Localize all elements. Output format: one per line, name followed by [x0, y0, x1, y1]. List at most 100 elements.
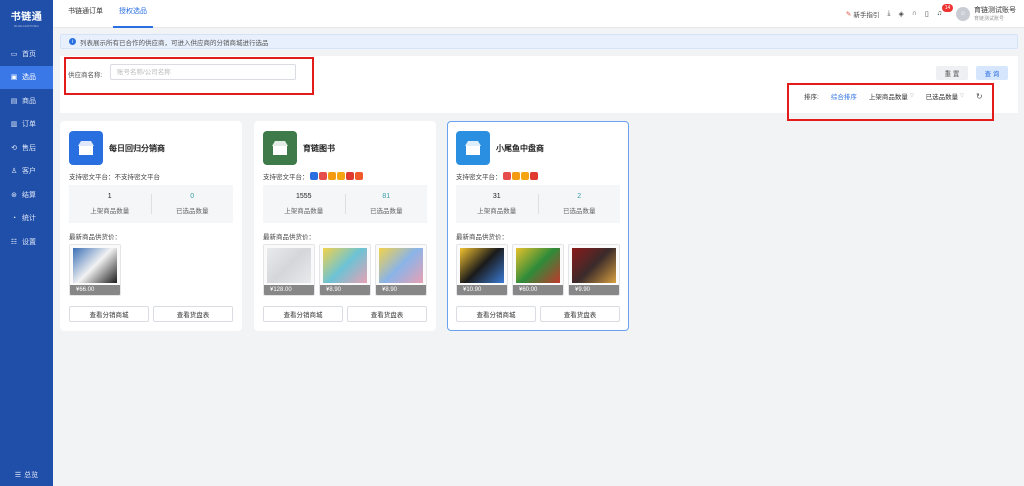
- product-price: ¥128.00: [264, 285, 314, 295]
- headset-icon[interactable]: ∩: [912, 10, 917, 17]
- user-name: 育链测试账号: [974, 7, 1016, 14]
- listed-count-label: 上架商品数量: [90, 208, 130, 215]
- product-price: ¥66.00: [70, 285, 120, 295]
- product-thumbnail[interactable]: ¥66.00: [69, 244, 121, 296]
- selected-count-stat: 2 已选品数量: [539, 193, 621, 215]
- goods-icon: ▤: [10, 97, 18, 105]
- supplier-card[interactable]: 小尾鱼中盘商 支持密文平台： 31 上架商品数量 2 已选品数量 最新商品供货价： ¥10.9…: [447, 121, 629, 331]
- highlight-box-sort: [787, 83, 994, 121]
- view-sheet-button[interactable]: 查看货盘表: [153, 306, 233, 322]
- sidebar-item-label: 客户: [22, 168, 36, 176]
- listed-count: 1: [107, 193, 112, 200]
- platform-support: 支持密文平台：: [456, 171, 538, 181]
- card-actions: 查看分销商城 查看货盘表: [263, 306, 431, 322]
- supplier-logo: [456, 131, 490, 165]
- sidebar-item-goods[interactable]: ▤ 商品: [0, 89, 53, 113]
- product-image: [267, 248, 311, 283]
- listed-count: 1555: [295, 193, 312, 200]
- platform-support: 支持密文平台：: [263, 171, 363, 181]
- supplier-name: 育链图书: [303, 143, 335, 153]
- supplier-header: 小尾鱼中盘商: [456, 131, 544, 165]
- view-sheet-button[interactable]: 查看货盘表: [540, 306, 620, 322]
- query-button[interactable]: 查 询: [976, 66, 1008, 80]
- product-thumbnails: ¥128.00 ¥8.90 ¥8.90: [263, 244, 431, 296]
- app-subname: SHULIANTONG: [14, 24, 39, 28]
- selected-count-label: 已选品数量: [563, 208, 596, 215]
- supplier-name: 小尾鱼中盘商: [496, 143, 544, 153]
- product-thumbnail[interactable]: ¥60.00: [512, 244, 564, 296]
- platform-icon: [336, 172, 345, 180]
- guide-button[interactable]: ✎ 新手指引: [846, 9, 879, 19]
- product-thumbnail[interactable]: ¥128.00: [263, 244, 315, 296]
- app-logo[interactable]: 书链通 SHULIANTONG: [0, 0, 53, 36]
- supplier-header: 每日回归分销商: [69, 131, 165, 165]
- supplier-card[interactable]: 每日回归分销商 支持密文平台： 不支持密文平台 1 上架商品数量 0 已选品数量 最新商品供货…: [60, 121, 242, 331]
- product-thumbnail[interactable]: ¥9.90: [568, 244, 620, 296]
- listed-count: 31: [492, 193, 501, 200]
- settlement-icon: ⊛: [11, 191, 17, 199]
- app-name: 书链通: [10, 12, 43, 23]
- supplier-name: 每日回归分销商: [109, 143, 165, 153]
- tab-orders[interactable]: 书链通订单: [62, 0, 109, 28]
- avatar[interactable]: ☺: [956, 6, 970, 21]
- product-image: [460, 248, 504, 283]
- view-mall-button[interactable]: 查看分销商城: [69, 306, 149, 322]
- platform-icon: [309, 172, 318, 180]
- tag-icon[interactable]: ◈: [898, 10, 903, 18]
- view-mall-button[interactable]: 查看分销商城: [263, 306, 343, 322]
- sidebar-item-label: 商品: [22, 97, 36, 105]
- platform-icon: [511, 172, 520, 180]
- supplier-card[interactable]: 育链图书 支持密文平台： 1555 上架商品数量 81 已选品数量 最新商品供货价： ¥128…: [254, 121, 436, 331]
- platform-text: 不支持密文平台: [114, 174, 161, 181]
- sidebar-item-aftersale[interactable]: ⟲ 售后: [0, 136, 53, 160]
- product-image: [323, 248, 367, 283]
- product-thumbnail[interactable]: ¥10.90: [456, 244, 508, 296]
- platform-icon: [354, 172, 363, 180]
- view-sheet-button[interactable]: 查看货盘表: [347, 306, 427, 322]
- product-price: ¥10.90: [457, 285, 507, 295]
- platform-icon: [520, 172, 529, 180]
- product-image: [572, 248, 616, 283]
- sidebar-item-stats[interactable]: ◔ 统计: [0, 207, 53, 231]
- product-thumbnail[interactable]: ¥8.90: [319, 244, 371, 296]
- sidebar-item-home[interactable]: ▭ 首页: [0, 42, 53, 66]
- notification-button[interactable]: ♫ 14: [937, 4, 954, 17]
- sidebar-item-label: 结算: [22, 191, 36, 199]
- view-mall-button[interactable]: 查看分销商城: [456, 306, 536, 322]
- download-icon[interactable]: ⤓: [887, 10, 890, 18]
- menu-icon: ☰: [14, 472, 22, 479]
- stats-icon: ◔: [11, 214, 17, 222]
- sidebar-item-select[interactable]: ▣ 选品: [0, 65, 53, 89]
- notification-badge: 14: [941, 4, 954, 12]
- customer-icon: ♙: [10, 168, 18, 176]
- sidebar-item-customer[interactable]: ♙ 客户: [0, 160, 53, 184]
- supplier-stats: 1555 上架商品数量 81 已选品数量: [263, 185, 427, 223]
- supplier-header: 育链图书: [263, 131, 335, 165]
- platform-label: 支持密文平台：: [456, 174, 502, 181]
- supplier-logo: [263, 131, 297, 165]
- product-thumbnail[interactable]: ¥8.90: [375, 244, 427, 296]
- user-info[interactable]: 育链测试账号 育链测试账号: [974, 5, 1016, 22]
- store-icon: [465, 141, 481, 155]
- reset-button[interactable]: 重 置: [936, 66, 968, 80]
- supplier-stats: 1 上架商品数量 0 已选品数量: [69, 185, 233, 223]
- document-icon[interactable]: ▯: [925, 10, 929, 18]
- sidebar-item-settings[interactable]: ☷ 设置: [0, 230, 53, 254]
- product-price: ¥8.90: [320, 285, 370, 295]
- selected-count-label: 已选品数量: [370, 208, 403, 215]
- sidebar-nav: ▭ 首页 ▣ 选品 ▤ 商品 ▥ 订单 ⟲ 售后 ♙ 客户 ⊛ 结算 ◔ 统计 ☷ 设置: [0, 42, 53, 254]
- sidebar-overview[interactable]: ☰ 总览: [0, 470, 53, 480]
- sidebar-item-label: 订单: [22, 121, 36, 129]
- product-image: [73, 248, 117, 283]
- sidebar-item-settlement[interactable]: ⊛ 结算: [0, 183, 53, 207]
- sidebar-item-order[interactable]: ▥ 订单: [0, 113, 53, 137]
- tab-authorized-selection[interactable]: 授权选品: [113, 0, 153, 28]
- sidebar-item-label: 售后: [22, 144, 36, 152]
- highlight-box-search: [64, 57, 314, 95]
- sidebar: 书链通 SHULIANTONG ▭ 首页 ▣ 选品 ▤ 商品 ▥ 订单 ⟲ 售后 ♙ 客户 ⊛ 结算 ◔ 统计…: [0, 0, 53, 486]
- select-icon: ▣: [10, 74, 18, 82]
- selected-count: 2: [577, 193, 582, 200]
- info-icon: i: [69, 38, 76, 45]
- platform-support: 支持密文平台： 不支持密文平台: [69, 171, 160, 181]
- product-price: ¥8.90: [376, 285, 426, 295]
